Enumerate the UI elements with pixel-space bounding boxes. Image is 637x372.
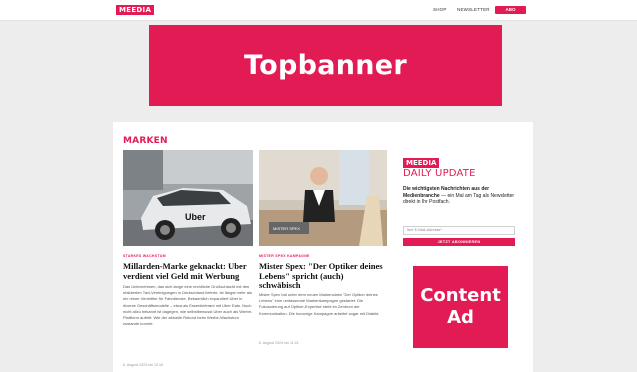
content-ad-label-line1: Content <box>420 285 501 306</box>
nav-shop-link[interactable]: SHOP <box>433 7 447 12</box>
topbanner-label: Topbanner <box>243 50 408 81</box>
article-headline[interactable]: Mister Spex: "Der Optiker deines Lebens"… <box>259 261 387 291</box>
article-date: 6. August 2024 um 11:01 <box>259 341 299 345</box>
article-teaser: Mister Spex hat unter dem neuen Markencl… <box>259 292 380 316</box>
article-tag[interactable]: MISTER SPEX KAMPAGNE <box>259 254 310 258</box>
car-brand-label: Uber <box>185 212 206 222</box>
article-date: 6. August 2024 um 12:16 <box>123 363 163 367</box>
article-headline[interactable]: Millarden-Marke geknackt: Uber verdient … <box>123 261 255 281</box>
newsletter-logo: MEEDIA <box>403 158 440 168</box>
content-ad-label-line2: Ad <box>447 307 474 328</box>
article-tag[interactable]: STARKES WACHSTUM <box>123 254 166 258</box>
top-navigation-bar: MEEDIA SHOP NEWSLETTER ABO <box>0 0 637 21</box>
section-title[interactable]: MARKEN <box>123 136 168 146</box>
newsletter-title: DAILY UPDATE <box>403 168 476 179</box>
optician-brand-label: MISTER SPEX <box>273 226 300 231</box>
topbanner-ad[interactable]: Topbanner <box>149 25 502 106</box>
optician-illustration: MISTER SPEX <box>259 150 387 246</box>
newsletter-description: Die wichtigsten Nachrichten aus der Medi… <box>403 186 521 206</box>
newsletter-subscribe-button[interactable]: JETZT ABONNIEREN <box>403 238 515 246</box>
abo-button[interactable]: ABO <box>495 6 526 14</box>
content-card: MARKEN Uber MISTER SPEX STARKES WACHSTUM… <box>113 122 533 372</box>
nav-newsletter-link[interactable]: NEWSLETTER <box>457 7 490 12</box>
article-image-mister-spex[interactable]: MISTER SPEX <box>259 150 387 246</box>
article-teaser: Das Unternehmen, das sich lange eine rec… <box>123 284 253 327</box>
car-illustration: Uber <box>123 150 253 246</box>
content-ad[interactable]: Content Ad <box>413 266 508 348</box>
site-logo[interactable]: MEEDIA <box>116 5 155 15</box>
article-image-uber-car[interactable]: Uber <box>123 150 253 246</box>
newsletter-email-input[interactable]: Ihre E-Mail-Adresse* <box>403 226 515 235</box>
